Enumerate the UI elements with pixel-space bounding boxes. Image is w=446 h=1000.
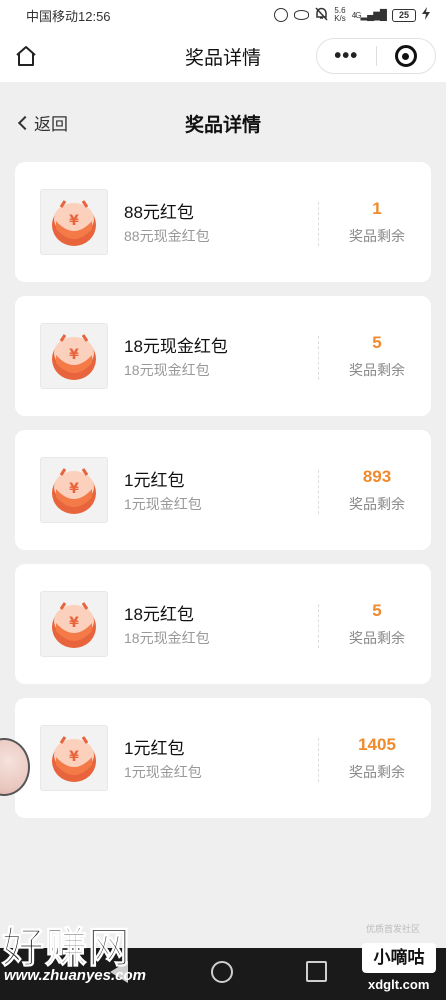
card-divider [318, 336, 319, 380]
red-packet-icon: ¥ [52, 200, 96, 246]
back-label: 返回 [34, 115, 68, 134]
prize-name: 1元红包 [124, 471, 185, 490]
back-button[interactable]: 返回 [16, 110, 68, 135]
prize-card[interactable]: ¥ 88元红包 88元现金红包 1 奖品剩余 [15, 162, 431, 282]
prize-card[interactable]: ¥ 18元现金红包 18元现金红包 5 奖品剩余 [15, 296, 431, 416]
remaining-count: 5 [372, 333, 382, 352]
remaining-count: 5 [372, 601, 382, 620]
prize-description: 18元现金红包 [124, 630, 210, 646]
red-packet-thumbnail: ¥ [40, 725, 108, 791]
home-icon [16, 46, 36, 66]
eye-icon [294, 10, 310, 20]
card-divider [318, 604, 319, 648]
remaining-count: 1405 [358, 735, 396, 754]
remaining-count: 893 [362, 467, 392, 486]
title-bar: 奖品详情 ••• [0, 30, 446, 82]
card-divider [318, 738, 319, 782]
signal-icon: 4G▂▄▆█ [351, 9, 387, 21]
battery-icon: 25 [392, 8, 416, 22]
card-divider [318, 470, 319, 514]
red-packet-thumbnail: ¥ [40, 323, 108, 389]
prize-description: 88元现金红包 [124, 228, 210, 244]
nfc-icon [274, 8, 289, 22]
remaining-label: 奖品剩余 [349, 228, 405, 244]
remaining-label: 奖品剩余 [349, 496, 405, 512]
prize-description: 1元现金红包 [124, 764, 202, 780]
close-target-icon [394, 45, 417, 67]
prize-name: 1元红包 [124, 739, 185, 758]
watermark-caption: 优质首发社区 [366, 924, 421, 934]
remaining-label: 奖品剩余 [349, 362, 405, 378]
net-speed: 5.6 K/s [334, 7, 346, 23]
red-packet-icon: ¥ [52, 736, 96, 782]
svg-text:¥: ¥ [69, 213, 79, 229]
net-speed-unit: K/s [334, 14, 346, 23]
carrier-time: 中国移动12:56 [26, 8, 111, 24]
close-button[interactable] [377, 45, 436, 67]
red-packet-icon: ¥ [52, 468, 96, 514]
app-title: 奖品详情 [184, 47, 261, 69]
status-bar: 中国移动12:56 5.6 K/s 4G▂▄▆█ 25 [0, 0, 446, 30]
network-type: 4G [351, 10, 362, 20]
svg-text:¥: ¥ [69, 347, 79, 363]
remaining-label: 奖品剩余 [349, 630, 405, 646]
prize-name: 18元红包 [124, 605, 194, 624]
mute-bell-icon [315, 6, 328, 24]
watermark-badge: 小嘀咕 [362, 943, 436, 973]
chevron-left-icon [17, 115, 33, 130]
prize-description: 18元现金红包 [124, 362, 210, 378]
prize-list: ¥ 88元红包 88元现金红包 1 奖品剩余 ¥ 18元现金红包 18元现金红包… [15, 162, 431, 832]
red-packet-thumbnail: ¥ [40, 591, 108, 657]
watermark-logo-text: 好赚网 [1, 924, 132, 972]
charging-icon [422, 7, 430, 23]
card-divider [318, 202, 319, 246]
nav-recent-apps-icon[interactable] [306, 961, 327, 982]
prize-card[interactable]: ¥ 1元红包 1元现金红包 893 奖品剩余 [15, 430, 431, 550]
prize-card[interactable]: ¥ 18元红包 18元现金红包 5 奖品剩余 [15, 564, 431, 684]
red-packet-icon: ¥ [52, 334, 96, 380]
prize-card[interactable]: ¥ 1元红包 1元现金红包 1405 奖品剩余 [15, 698, 431, 818]
watermark-site-url: www.zhuanyes.com [4, 967, 146, 984]
prize-name: 18元现金红包 [124, 337, 228, 356]
remaining-label: 奖品剩余 [349, 764, 405, 780]
page-title: 奖品详情 [184, 114, 261, 136]
svg-text:¥: ¥ [69, 481, 79, 497]
watermark-badge-url: xdglt.com [368, 977, 430, 992]
red-packet-icon: ¥ [52, 602, 96, 648]
page-header: 返回 奖品详情 [0, 100, 446, 146]
status-icons: 5.6 K/s 4G▂▄▆█ 25 [274, 7, 430, 24]
prize-description: 1元现金红包 [124, 496, 202, 512]
nav-home-icon[interactable] [211, 961, 233, 983]
red-packet-thumbnail: ¥ [40, 457, 108, 523]
svg-text:¥: ¥ [69, 615, 79, 631]
remaining-count: 1 [372, 199, 382, 218]
home-button[interactable] [14, 44, 38, 68]
prize-name: 88元红包 [124, 203, 194, 222]
battery-level: 25 [398, 10, 409, 20]
svg-text:¥: ¥ [69, 749, 79, 765]
menu-capsule: ••• [316, 38, 436, 74]
red-packet-thumbnail: ¥ [40, 189, 108, 255]
more-button[interactable]: ••• [317, 46, 376, 66]
